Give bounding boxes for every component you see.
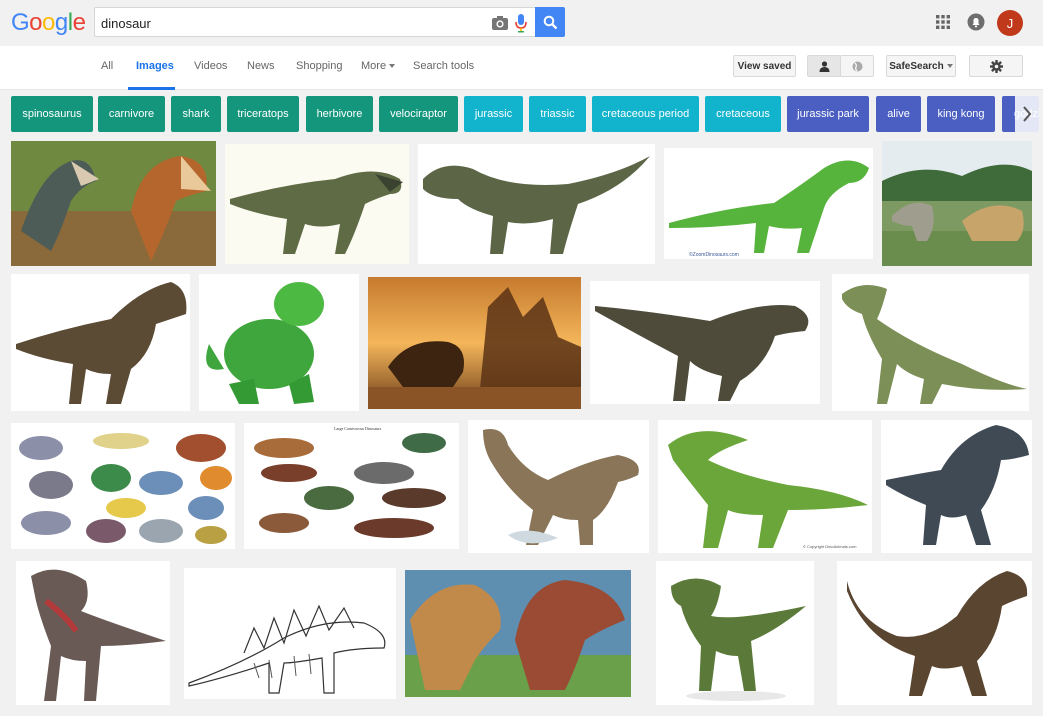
image-credit: ©ZoomDinosaurs.com (689, 251, 739, 258)
image-result[interactable]: © Copyright DinoAnimals.com (658, 420, 872, 553)
search-box (94, 7, 535, 37)
safesearch-label: SafeSearch (889, 60, 944, 72)
image-results-grid: ©ZoomDinosaurs.com Large Carnivorous Din… (0, 140, 1043, 716)
image-result[interactable] (199, 274, 359, 411)
image-result[interactable] (11, 274, 190, 411)
related-chip[interactable]: cretaceous (705, 96, 781, 132)
image-result[interactable] (882, 141, 1032, 266)
image-result[interactable] (656, 561, 814, 705)
logo-letter-e: e (72, 9, 86, 36)
related-chip[interactable]: king kong (927, 96, 995, 132)
image-result[interactable] (468, 420, 649, 553)
dinosaur-image (184, 568, 396, 699)
safesearch-button[interactable]: SafeSearch (886, 55, 956, 77)
chart-caption: Large Carnivorous Dinosaurs (334, 426, 382, 431)
related-chip[interactable]: velociraptor (379, 96, 458, 132)
image-result[interactable] (225, 144, 409, 264)
person-icon (819, 60, 829, 72)
notifications-icon[interactable] (967, 13, 985, 31)
image-result[interactable] (368, 277, 581, 409)
dinosaur-image (405, 570, 631, 697)
tab-all[interactable]: All (101, 60, 113, 72)
logo-letter-o2: o (42, 9, 55, 36)
tab-more-label: More (361, 60, 387, 72)
image-result[interactable] (837, 561, 1032, 705)
top-bar: Google J (0, 0, 1043, 46)
logo-letter-o1: o (29, 9, 43, 36)
search-tools-link[interactable]: Search tools (413, 60, 474, 72)
dinosaur-image (881, 420, 1032, 553)
dinosaur-image (199, 274, 359, 411)
related-chip[interactable]: herbivore (306, 96, 373, 132)
related-chip[interactable]: jurassic park (787, 96, 869, 132)
related-chip[interactable]: spinosaurus (11, 96, 93, 132)
camera-icon[interactable] (491, 14, 509, 32)
image-result[interactable] (11, 141, 216, 266)
dinosaur-image: ©ZoomDinosaurs.com (664, 148, 873, 259)
tab-videos[interactable]: Videos (194, 60, 227, 72)
related-chip[interactable]: jurassic (464, 96, 523, 132)
dinosaur-image (837, 561, 1032, 705)
dinosaur-image (590, 281, 820, 404)
tab-shopping[interactable]: Shopping (296, 60, 343, 72)
tab-news[interactable]: News (247, 60, 275, 72)
dinosaur-image (832, 274, 1029, 411)
image-result[interactable] (16, 561, 170, 705)
related-searches-bar: spinosaurus carnivore shark triceratops … (0, 90, 1043, 140)
dinosaur-image: Large Carnivorous Dinosaurs (244, 423, 459, 549)
dinosaur-image (418, 144, 655, 264)
global-results-button[interactable] (840, 55, 874, 77)
image-result[interactable] (405, 570, 631, 697)
chips-next-button[interactable] (1015, 96, 1039, 132)
related-chip[interactable]: carnivore (98, 96, 165, 132)
image-result[interactable]: ©ZoomDinosaurs.com (664, 148, 873, 259)
image-result[interactable] (184, 568, 396, 699)
personal-results-button[interactable] (807, 55, 841, 77)
tab-images[interactable]: Images (136, 60, 174, 72)
image-result[interactable] (418, 144, 655, 264)
search-tabs-bar: All Images Videos News Shopping More Sea… (0, 46, 1043, 90)
settings-button[interactable] (969, 55, 1023, 77)
google-logo[interactable]: Google (11, 9, 86, 37)
related-chip[interactable]: cretaceous period (592, 96, 699, 132)
dinosaur-image (656, 561, 814, 705)
account-avatar[interactable]: J (997, 10, 1023, 36)
image-credit: © Copyright DinoAnimals.com (803, 544, 857, 549)
tab-more[interactable]: More (361, 60, 396, 72)
logo-letter-g2: g (54, 9, 68, 36)
apps-grid-icon[interactable] (936, 15, 950, 29)
dinosaur-image (11, 141, 216, 266)
dinosaur-image (16, 561, 170, 705)
image-result[interactable] (590, 281, 820, 404)
image-result[interactable]: Large Carnivorous Dinosaurs (244, 423, 459, 549)
image-result[interactable] (11, 423, 235, 549)
dinosaur-image (468, 420, 649, 553)
image-result[interactable] (881, 420, 1032, 553)
dinosaur-image (882, 141, 1032, 266)
search-input[interactable] (101, 13, 481, 33)
related-chip[interactable]: shark (171, 96, 221, 132)
related-chip[interactable]: alive (876, 96, 921, 132)
dinosaur-image (368, 277, 581, 409)
logo-letter-g: G (11, 9, 30, 36)
dinosaur-image (11, 274, 190, 411)
chevron-right-icon (1023, 106, 1032, 122)
microphone-icon[interactable] (514, 13, 528, 33)
chevron-down-icon (946, 64, 953, 68)
dinosaur-image (11, 423, 235, 549)
related-chip[interactable]: triceratops (227, 96, 299, 132)
dinosaur-image: © Copyright DinoAnimals.com (658, 420, 872, 553)
chevron-down-icon (389, 64, 396, 69)
related-chip[interactable]: triassic (529, 96, 586, 132)
search-button[interactable] (535, 7, 565, 37)
view-saved-button[interactable]: View saved (733, 55, 796, 77)
dinosaur-image (225, 144, 409, 264)
gear-icon (989, 59, 1003, 73)
globe-icon (852, 61, 862, 71)
image-result[interactable] (832, 274, 1029, 411)
magnifier-icon (543, 15, 557, 29)
